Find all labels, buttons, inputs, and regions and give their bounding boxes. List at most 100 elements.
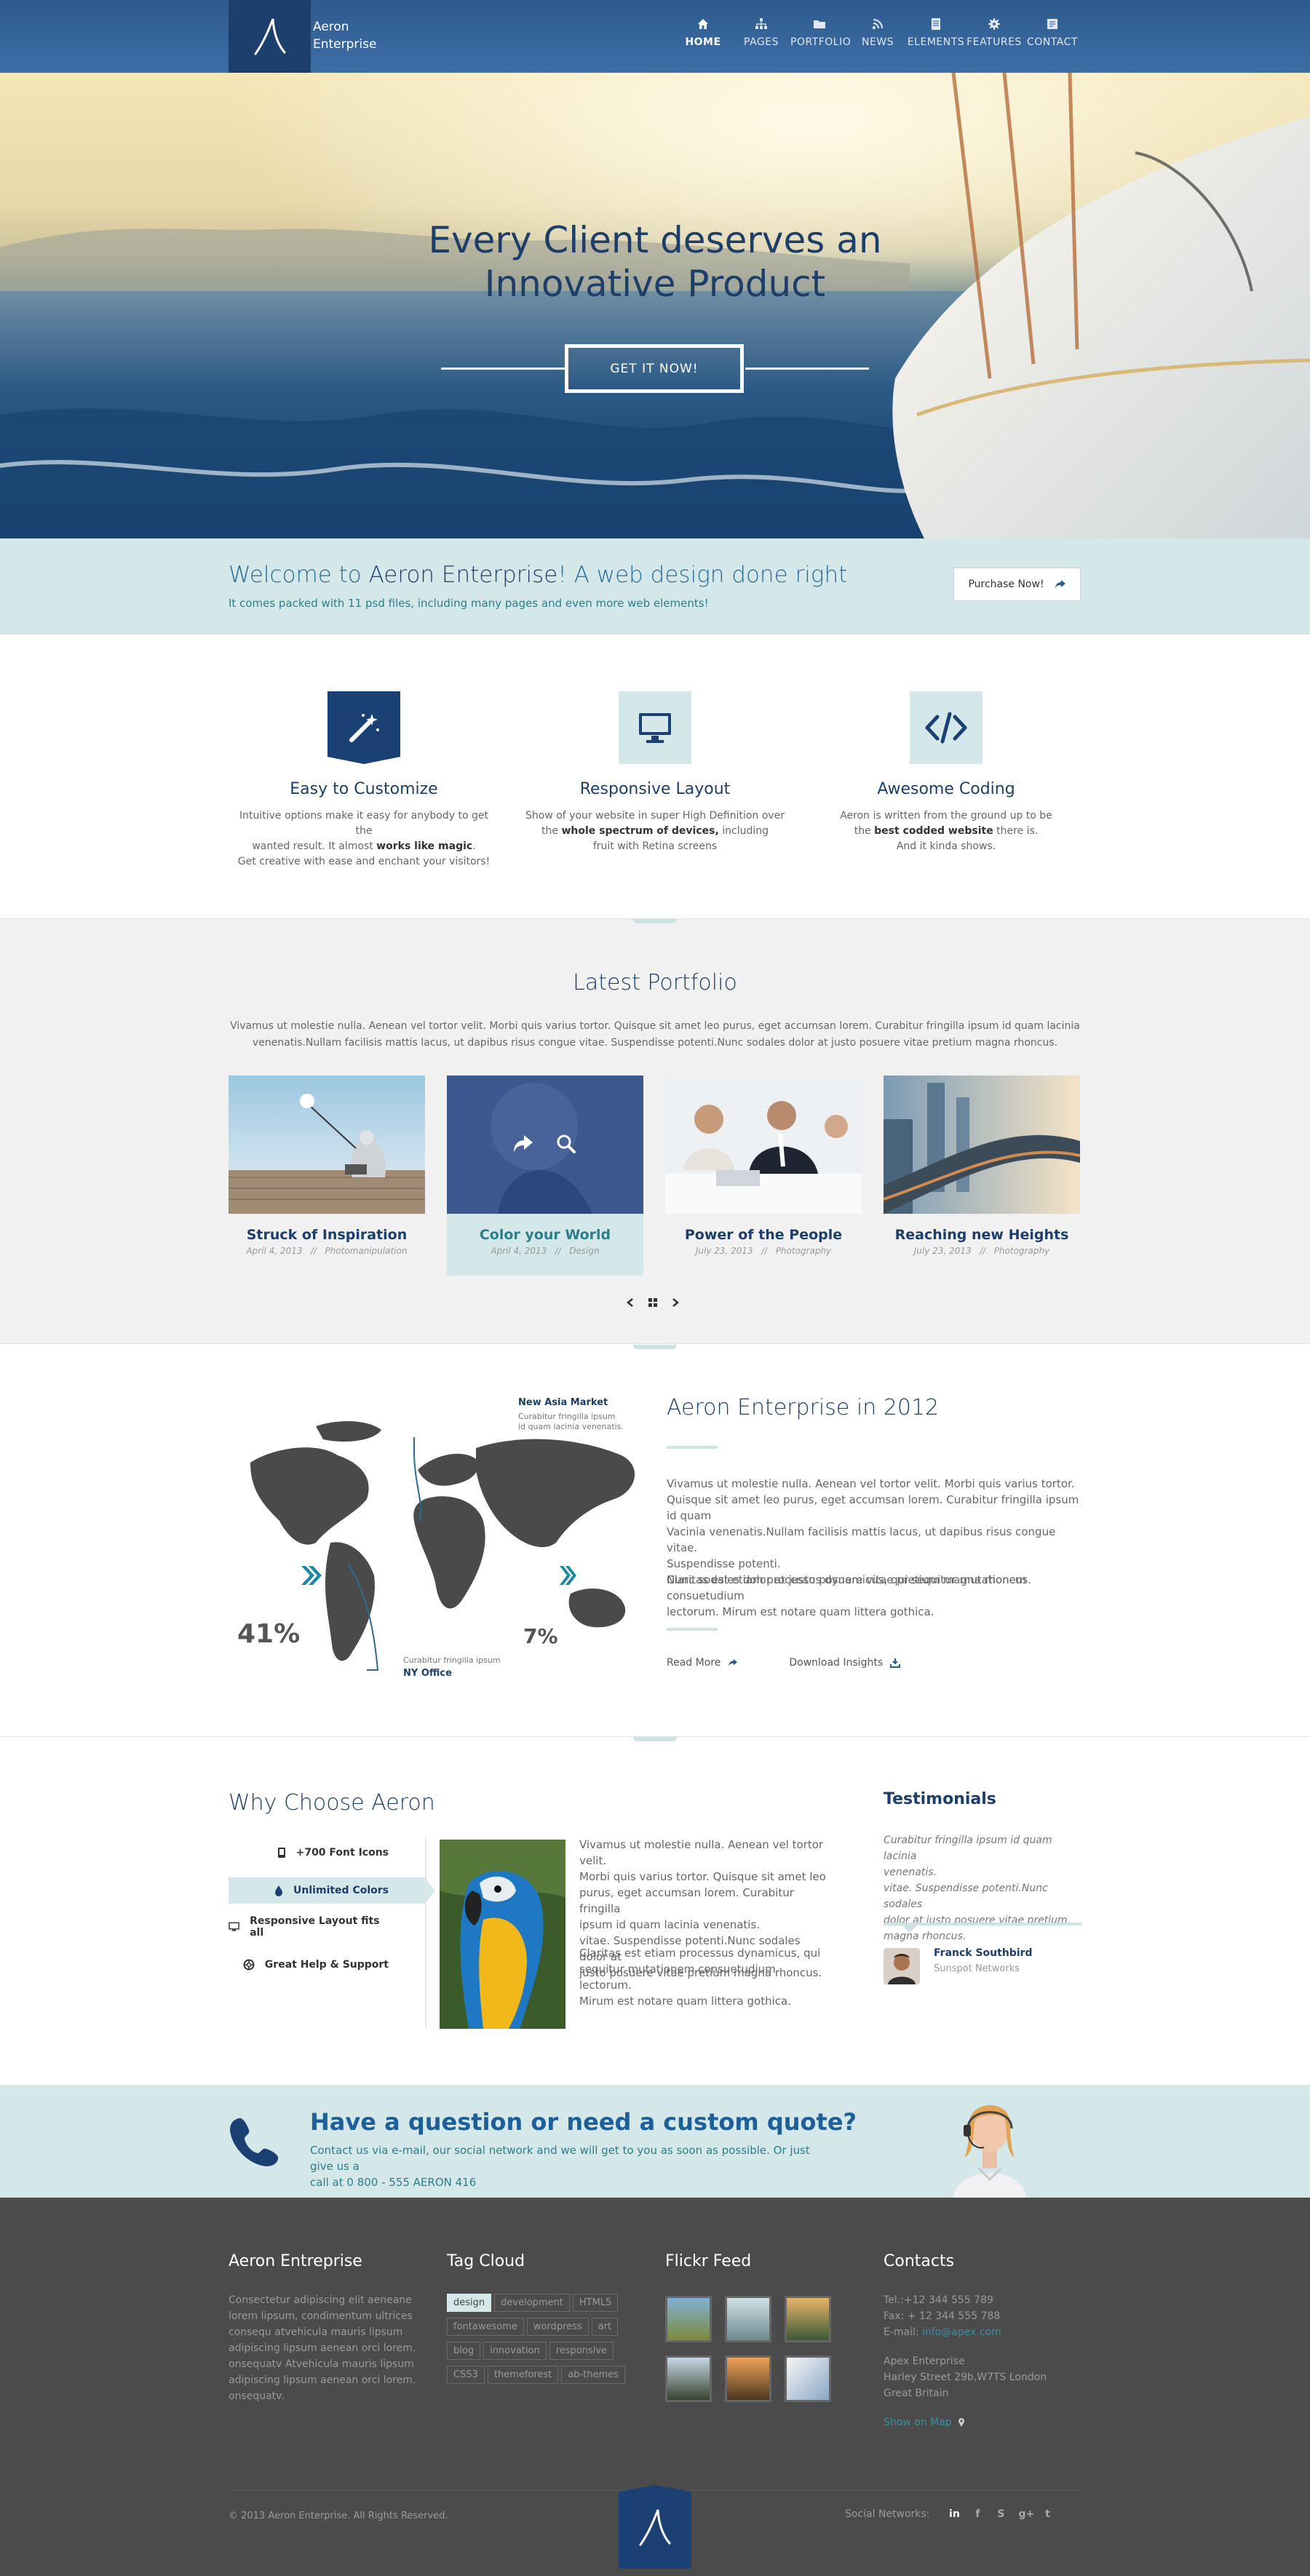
feature-text-span: including	[718, 825, 769, 837]
grid-icon[interactable]	[648, 1297, 658, 1308]
why-tab-support[interactable]: Great Help & Support	[229, 1952, 425, 1978]
about-text-line: Quisque sit amet leo purus, eget accumsa…	[667, 1493, 1079, 1522]
logo[interactable]	[229, 0, 311, 73]
chevron-left-icon[interactable]	[626, 1297, 635, 1308]
tag-link[interactable]: wordpress	[526, 2318, 589, 2336]
tag-link[interactable]: innovation	[483, 2342, 547, 2360]
portfolio-item[interactable]: Reaching new Heights July 23, 2013 // Ph…	[884, 1076, 1080, 1276]
brand-name-line1: Aeron	[313, 20, 349, 34]
world-map-graphic: New Asia Market Curabitur fringilla ipsu…	[229, 1397, 651, 1688]
feature-icon-box	[619, 691, 691, 764]
read-more-link[interactable]: Read More	[667, 1657, 738, 1669]
portfolio-item-separator: //	[310, 1246, 317, 1256]
footer-about-line: lorem lipsum, condimentum ultrices	[229, 2310, 413, 2322]
welcome-bar: Welcome to Aeron Enterprise! A web desig…	[0, 538, 1310, 635]
about-title: Aeron Enterprise in 2012	[667, 1395, 940, 1420]
chevron-right-icon[interactable]	[671, 1297, 680, 1308]
nav-elements[interactable]: ELEMENTS	[907, 13, 965, 48]
brand-name-line2: Enterprise	[313, 37, 377, 52]
why-tab-unlimited-colors[interactable]: Unlimited Colors	[229, 1877, 425, 1904]
skype-icon[interactable]: S	[995, 2508, 1007, 2520]
hero-line-right	[745, 367, 869, 370]
footer-company: Apex Enterprise	[884, 2356, 965, 2367]
feature-title: Responsive Layout	[579, 780, 731, 798]
parrot-photo	[440, 1840, 565, 2029]
nav-pages-label: PAGES	[744, 36, 779, 48]
download-insights-link[interactable]: Download Insights	[789, 1657, 901, 1669]
portfolio-item-meta: July 23, 2013 // Photography	[665, 1246, 862, 1256]
get-it-now-button[interactable]: GET IT NOW!	[565, 344, 744, 393]
flickr-thumbnail[interactable]	[785, 2356, 831, 2402]
nav-contact[interactable]: CONTACT	[1023, 13, 1081, 48]
share-arrow-icon	[729, 1658, 738, 1667]
share-icon[interactable]	[512, 1134, 534, 1154]
footer-address-line: Harley Street 29b,W7TS London	[884, 2372, 1047, 2383]
tag-link[interactable]: design	[447, 2294, 492, 2312]
avatar-photo	[884, 1948, 920, 1984]
stat-left: 41%	[237, 1619, 301, 1649]
portfolio-item-meta: July 23, 2013 // Photography	[884, 1246, 1080, 1256]
footer-address-line: Great Britain	[884, 2388, 949, 2399]
tag-link[interactable]: ab-themes	[561, 2366, 626, 2384]
portfolio-item-title: Reaching new Heights	[894, 1227, 1069, 1243]
testimonials-title: Testimonials	[884, 1790, 996, 1808]
folder-icon	[814, 20, 825, 28]
main-nav: HOME PAGES PORTFOLIO NEWS ELEMENTS FEATU…	[674, 13, 1081, 48]
show-on-map-link[interactable]: Show on Map	[884, 2414, 965, 2430]
portfolio-thumbnail	[884, 1076, 1080, 1214]
flickr-thumbnail[interactable]	[725, 2356, 771, 2402]
tag-link[interactable]: CSS3	[447, 2366, 485, 2384]
tag-link[interactable]: themeforest	[487, 2366, 559, 2384]
footer-about-line: adipiscing lipsum aenean orci lorem.	[229, 2342, 416, 2354]
feature-text-line: the best codded website there is.	[815, 824, 1077, 839]
nav-features[interactable]: FEATURES	[965, 13, 1023, 48]
google-plus-icon[interactable]: g+	[1018, 2508, 1034, 2520]
portfolio-item-date: April 4, 2013	[246, 1246, 303, 1256]
portfolio-item[interactable]: Struck of Inspiration April 4, 2013 // P…	[229, 1076, 425, 1276]
footer-logo[interactable]	[619, 2485, 691, 2569]
flickr-thumbnail[interactable]	[665, 2356, 712, 2402]
linkedin-icon[interactable]: in	[948, 2508, 960, 2520]
why-tab-label: Great Help & Support	[264, 1959, 389, 1971]
hero-title-line1: Every Client deserves an	[428, 219, 882, 261]
tag-link[interactable]: fontawesome	[447, 2318, 524, 2336]
nav-home[interactable]: HOME	[674, 13, 732, 48]
footer-email-link[interactable]: info@apex.com	[922, 2326, 1001, 2338]
tag-link[interactable]: art	[591, 2318, 619, 2336]
search-icon[interactable]	[556, 1134, 576, 1154]
purchase-now-button[interactable]: Purchase Now!	[953, 568, 1081, 601]
portfolio-item[interactable]: Power of the People July 23, 2013 // Pho…	[665, 1076, 862, 1276]
tag-link[interactable]: development	[494, 2294, 570, 2312]
flickr-thumbnail[interactable]	[665, 2296, 712, 2342]
facebook-icon[interactable]: f	[972, 2508, 983, 2520]
testimonial-quote-line: vitae. Suspendisse potenti.Nunc sodales	[884, 1883, 1048, 1910]
why-tab-label: +700 Font Icons	[295, 1847, 389, 1859]
feature-text-bold: whole spectrum of devices,	[561, 825, 719, 837]
portfolio-item-title: Struck of Inspiration	[246, 1227, 408, 1243]
footer-contacts: Tel.:+12 344 555 789 Fax: + 12 344 555 7…	[884, 2292, 1081, 2430]
portfolio-item-separator: //	[555, 1246, 561, 1256]
flickr-thumbnail[interactable]	[785, 2296, 831, 2342]
nav-pages[interactable]: PAGES	[732, 13, 790, 48]
tag-link[interactable]: responsive	[549, 2342, 614, 2360]
site-header: Aeron Enterprise HOME PAGES PORTFOLIO NE…	[0, 0, 1310, 73]
monitor-icon	[229, 1922, 239, 1931]
tag-link[interactable]: blog	[447, 2342, 481, 2360]
brand-name: Aeron Enterprise	[313, 18, 376, 53]
feature-text-span: .	[472, 840, 476, 852]
nav-news[interactable]: NEWS	[849, 13, 907, 48]
feature-text-line: Get creative with ease and enchant your …	[237, 856, 491, 867]
feature-text-line: wanted result. It almost works like magi…	[233, 839, 495, 854]
footer-tel: Tel.:+12 344 555 789	[884, 2294, 993, 2306]
sitemap-icon	[755, 18, 767, 29]
hero-background-image	[0, 73, 1310, 538]
download-insights-label: Download Insights	[789, 1657, 884, 1669]
nav-portfolio[interactable]: PORTFOLIO	[790, 13, 851, 48]
tag-link[interactable]: HTML5	[572, 2294, 619, 2312]
twitter-icon[interactable]: t	[1041, 2508, 1053, 2520]
flickr-thumbnail[interactable]	[725, 2296, 771, 2342]
why-tab-font-icons[interactable]: +700 Font Icons	[229, 1840, 425, 1866]
why-text-line: ipsum id quam lacinia venenatis.	[579, 1918, 761, 1931]
portfolio-item-hover[interactable]: Color your World April 4, 2013 // Design	[447, 1076, 643, 1276]
why-tab-responsive[interactable]: Responsive Layout fits all	[229, 1914, 425, 1940]
